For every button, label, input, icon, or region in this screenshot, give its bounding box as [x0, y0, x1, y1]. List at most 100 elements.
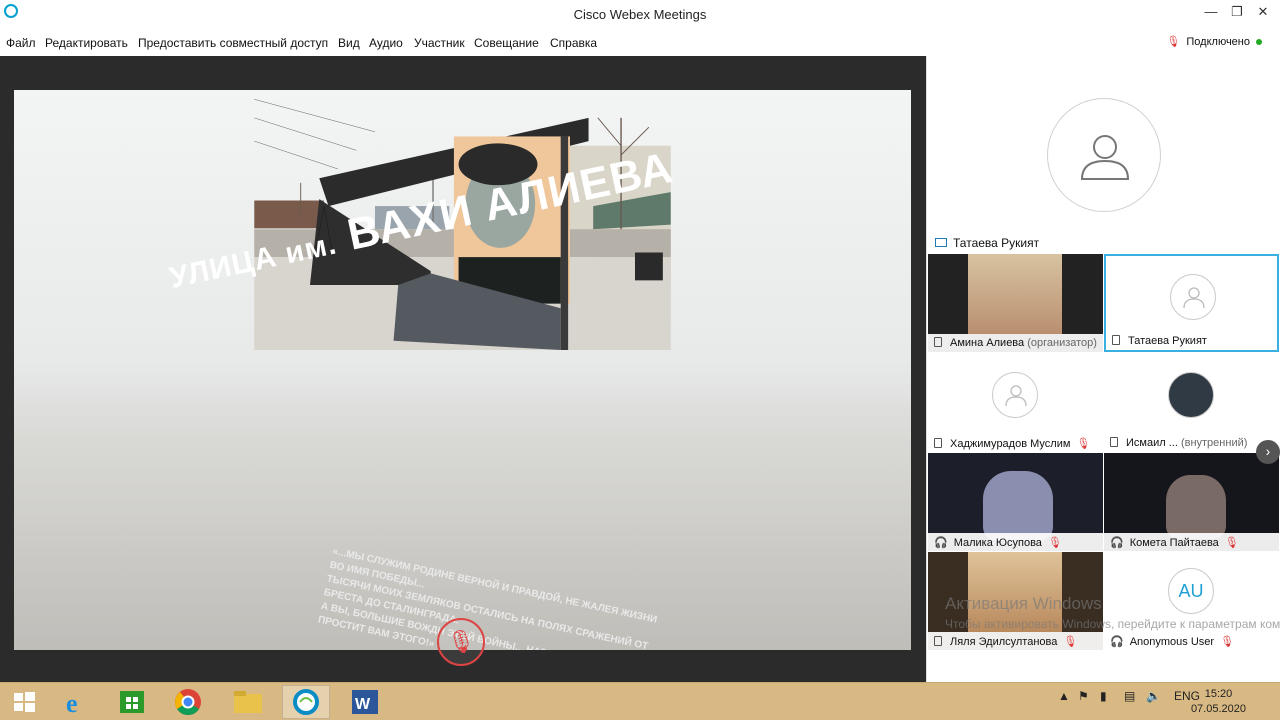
- taskbar: e W ▲ ⚑ ▮ ▤ 🔈 ENG 15:20 07.05.2020: [0, 682, 1280, 720]
- menu-view[interactable]: Вид: [338, 36, 360, 50]
- file-explorer-button[interactable]: [224, 685, 272, 719]
- chevron-right-icon: ›: [1265, 443, 1271, 459]
- participant-name: Комета Пайтаева: [1129, 537, 1219, 549]
- participant-tile[interactable]: AU 🎧 Anonymous User 🎙: [1104, 552, 1279, 650]
- title-bar: Cisco Webex Meetings — ❐ ✕: [0, 0, 1280, 30]
- clock[interactable]: 15:20 07.05.2020: [1191, 687, 1246, 717]
- device-icon: [934, 438, 942, 448]
- device-icon: [1110, 437, 1118, 447]
- device-icon: [1112, 335, 1120, 345]
- participant-tile[interactable]: 🎧 Малика Юсупова 🎙: [928, 453, 1103, 551]
- participant-label: 🎧 Anonymous User 🎙: [1104, 632, 1279, 650]
- headset-icon: 🎧: [1110, 636, 1124, 648]
- participant-tile[interactable]: Хаджимурадов Муслим 🎙: [928, 354, 1103, 452]
- active-speaker-name: Татаева Рукият: [953, 236, 1040, 250]
- folder-icon: [234, 691, 262, 713]
- video-feed: [983, 471, 1053, 541]
- store-icon: [120, 691, 144, 713]
- device-icon: [934, 337, 942, 347]
- webex-taskbar-button[interactable]: [282, 685, 330, 719]
- screen-share-icon: [935, 238, 947, 247]
- memorial-plaque: «...МЫ СЛУЖИМ РОДИНЕ ВЕРНОЙ И ПРАВДОЙ, Н…: [317, 545, 667, 650]
- device-icon: [934, 636, 942, 646]
- menu-edit[interactable]: Редактировать: [45, 36, 128, 50]
- muted-mic-icon: 🎙: [1076, 438, 1091, 450]
- participant-label: Амина Алиева (организатор): [928, 334, 1103, 352]
- active-speaker-avatar: [1047, 98, 1161, 212]
- svg-text:W: W: [355, 696, 371, 713]
- participant-name: Малика Юсупова: [953, 537, 1042, 549]
- flag-icon[interactable]: ⚑: [1078, 689, 1089, 703]
- avatar-initials: AU: [1168, 568, 1214, 614]
- webex-icon: [293, 689, 319, 715]
- menu-audio[interactable]: Аудио: [369, 36, 403, 50]
- participant-name: Татаева Рукият: [1128, 335, 1207, 347]
- participant-label: Татаева Рукият: [1106, 332, 1277, 350]
- participant-role: (внутренний): [1180, 437, 1248, 449]
- video-feed: [1166, 475, 1226, 539]
- participant-name: Исмаил ...: [1126, 437, 1178, 449]
- muted-mic-icon: 🎙: [1166, 36, 1181, 48]
- menu-share[interactable]: Предоставить совместный доступ: [138, 36, 328, 50]
- participant-tile[interactable]: 🎧 Комета Пайтаева 🎙: [1104, 453, 1279, 551]
- muted-mic-icon: 🎙: [1220, 636, 1235, 648]
- participant-tile[interactable]: Татаева Рукият: [1104, 254, 1279, 352]
- menu-file[interactable]: Файл: [6, 36, 36, 50]
- participant-label: 🎧 Комета Пайтаева 🎙: [1104, 533, 1279, 551]
- connection-status[interactable]: 🎙 Подключено: [1166, 35, 1262, 48]
- active-speaker-label: Татаева Рукият: [935, 236, 1039, 250]
- close-button[interactable]: ✕: [1248, 4, 1278, 20]
- participant-tile[interactable]: Амина Алиева (организатор): [928, 254, 1103, 352]
- battery-icon[interactable]: ▮: [1100, 689, 1107, 703]
- menu-participant[interactable]: Участник: [414, 36, 465, 50]
- windows-logo-icon: [14, 692, 35, 712]
- shared-screen: УЛИЦА им. ВАХИ АЛИЕВА «...МЫ СЛУЖИМ РОДИ…: [14, 90, 911, 650]
- clock-time: 15:20: [1204, 688, 1233, 700]
- participant-name: Амина Алиева: [950, 337, 1025, 349]
- participant-label: Хаджимурадов Муслим 🎙: [928, 434, 1103, 452]
- clock-date: 07.05.2020: [1190, 703, 1246, 715]
- participant-name: Anonymous User: [1129, 636, 1215, 648]
- svg-text:e: e: [66, 689, 78, 718]
- store-button[interactable]: [108, 685, 156, 719]
- avatar: [1168, 372, 1214, 418]
- participant-label: Исмаил ... (внутренний): [1104, 434, 1279, 452]
- activation-watermark-text: Чтобы активировать Windows, перейдите к …: [945, 617, 1280, 631]
- menu-meeting[interactable]: Совещание: [474, 36, 539, 50]
- person-icon: [1005, 385, 1027, 407]
- activation-watermark-title: Активация Windows: [945, 594, 1102, 613]
- content-stage: УЛИЦА им. ВАХИ АЛИЕВА «...МЫ СЛУЖИМ РОДИ…: [0, 56, 926, 682]
- muted-mic-icon: 🎙: [1063, 636, 1078, 648]
- participant-tile[interactable]: Исмаил ... (внутренний): [1104, 354, 1279, 452]
- person-icon: [1183, 287, 1205, 309]
- muted-mic-icon: 🎙: [1047, 537, 1062, 549]
- network-icon[interactable]: ▤: [1124, 689, 1135, 703]
- chrome-button[interactable]: [164, 685, 212, 719]
- internet-explorer-icon: e: [66, 689, 78, 718]
- avatar: [992, 372, 1038, 418]
- avatar: [1170, 274, 1216, 320]
- participant-label: 🎧 Малика Юсупова 🎙: [928, 533, 1103, 551]
- word-button[interactable]: W: [340, 685, 388, 719]
- start-button[interactable]: [0, 685, 48, 719]
- headset-icon: 🎧: [1110, 537, 1124, 549]
- chrome-icon: [175, 689, 201, 716]
- participant-label: Ляля Эдилсултанова 🎙: [928, 632, 1103, 650]
- menu-bar: Файл Редактировать Предоставить совместн…: [0, 30, 1280, 56]
- scroll-right-button[interactable]: ›: [1256, 440, 1280, 464]
- volume-icon[interactable]: 🔈: [1146, 689, 1161, 703]
- participant-name: Ляля Эдилсултанова: [950, 636, 1058, 648]
- menu-help[interactable]: Справка: [550, 36, 597, 50]
- headset-icon: 🎧: [934, 537, 948, 549]
- word-icon: W: [352, 690, 378, 714]
- mute-toggle-button[interactable]: 🎙: [437, 618, 485, 666]
- video-feed: [968, 254, 1062, 334]
- participant-role: (организатор): [1027, 337, 1097, 349]
- muted-mic-icon: 🎙: [447, 629, 475, 654]
- window-title: Cisco Webex Meetings: [573, 7, 707, 22]
- internet-explorer-button[interactable]: e: [52, 685, 100, 719]
- muted-mic-icon: 🎙: [1224, 537, 1239, 549]
- show-hidden-icons-button[interactable]: ▲: [1058, 689, 1070, 703]
- participant-name: Хаджимурадов Муслим: [950, 438, 1071, 450]
- connection-status-text: Подключено: [1186, 36, 1250, 48]
